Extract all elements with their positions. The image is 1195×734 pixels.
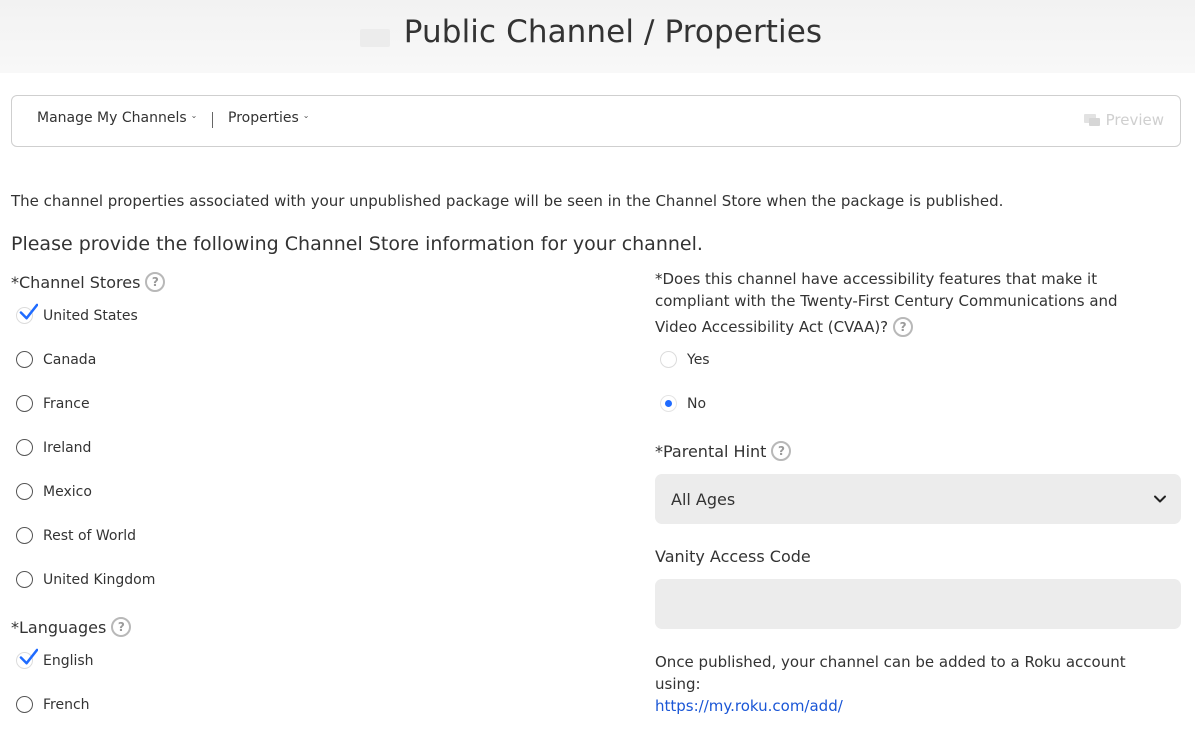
- vanity-access-code-label-text: Vanity Access Code: [655, 547, 811, 566]
- store-option-rest-of-world[interactable]: Rest of World: [16, 527, 136, 544]
- preview-chat-icon: [1083, 114, 1100, 126]
- option-label: English: [43, 652, 94, 669]
- parental-hint-help-icon[interactable]: ?: [771, 441, 792, 461]
- store-option-mexico[interactable]: Mexico: [16, 483, 92, 500]
- languages-label: *Languages ?: [11, 617, 132, 637]
- option-label: Ireland: [43, 439, 92, 456]
- option-label: Mexico: [43, 483, 92, 500]
- store-option-ireland[interactable]: Ireland: [16, 439, 91, 456]
- store-option-united-kingdom[interactable]: United Kingdom: [16, 571, 155, 588]
- radio[interactable]: [16, 527, 33, 544]
- option-label: United States: [43, 307, 138, 324]
- chevron-down-icon: ⌄: [190, 110, 198, 120]
- cvaa-option-no[interactable]: No: [660, 395, 706, 412]
- radio[interactable]: [16, 439, 33, 456]
- radio[interactable]: [660, 351, 677, 368]
- radio[interactable]: [16, 696, 33, 713]
- option-label: No: [687, 395, 707, 412]
- section-heading: Please provide the following Channel Sto…: [11, 233, 703, 255]
- cvaa-question-line-3: Video Accessibility Act (CVAA)?: [655, 318, 889, 336]
- checked-radio[interactable]: [16, 303, 38, 324]
- preview-label: Preview: [1105, 111, 1164, 129]
- parental-hint-value: All Ages: [671, 489, 736, 509]
- selected-radio[interactable]: [660, 395, 677, 412]
- manage-my-channels-menu[interactable]: Manage My Channels ⌄: [37, 110, 197, 126]
- vanity-access-code-label: Vanity Access Code: [655, 547, 811, 566]
- once-published-note: Once published, your channel can be adde…: [655, 651, 1175, 717]
- chevron-down-icon: ⌄: [302, 110, 310, 120]
- cvaa-option-yes[interactable]: Yes: [660, 351, 710, 368]
- manage-my-channels-label: Manage My Channels: [37, 110, 187, 126]
- store-option-canada[interactable]: Canada: [16, 351, 96, 368]
- cvaa-question-line-3-wrap: Video Accessibility Act (CVAA)? ?: [655, 316, 1175, 338]
- channel-stores-label: *Channel Stores ?: [11, 272, 166, 292]
- checkmark-icon: [19, 648, 38, 665]
- nav-divider: [212, 112, 213, 128]
- parental-hint-label-text: *Parental Hint: [655, 441, 767, 461]
- radio[interactable]: [16, 483, 33, 500]
- cvaa-question-line-2: compliant with the Twenty-First Century …: [655, 292, 1118, 310]
- languages-help-icon[interactable]: ?: [111, 617, 132, 637]
- option-label: Yes: [687, 351, 710, 368]
- radio[interactable]: [16, 571, 33, 588]
- option-label: Canada: [43, 351, 97, 368]
- once-published-text: Once published, your channel can be adde…: [655, 653, 1126, 693]
- languages-label-text: *Languages: [11, 617, 107, 637]
- roku-add-link[interactable]: https://my.roku.com/add/: [655, 697, 843, 715]
- option-label: French: [43, 696, 90, 713]
- language-option-english[interactable]: English: [16, 648, 94, 669]
- parental-hint-label: *Parental Hint ?: [655, 441, 792, 461]
- intro-text: The channel properties associated with y…: [11, 192, 1004, 210]
- channel-stores-help-icon[interactable]: ?: [145, 272, 166, 292]
- cvaa-question: *Does this channel have accessibility fe…: [655, 268, 1175, 338]
- cvaa-question-line-1: *Does this channel have accessibility fe…: [655, 270, 1098, 288]
- radio[interactable]: [16, 351, 33, 368]
- channel-stores-label-text: *Channel Stores: [11, 272, 141, 292]
- checked-radio[interactable]: [16, 648, 38, 669]
- option-label: United Kingdom: [43, 571, 156, 588]
- store-option-france[interactable]: France: [16, 395, 90, 412]
- properties-menu[interactable]: Properties ⌄: [228, 110, 309, 126]
- header-bar: Public Channel / Properties: [0, 0, 1195, 73]
- option-label: Rest of World: [43, 527, 137, 544]
- channel-navbar: Manage My Channels ⌄ Properties ⌄ Previe…: [11, 95, 1181, 147]
- preview-button[interactable]: Preview: [1083, 111, 1164, 129]
- page-title: Public Channel / Properties: [403, 14, 823, 50]
- cvaa-help-icon[interactable]: ?: [893, 317, 914, 337]
- radio[interactable]: [16, 395, 33, 412]
- store-option-united-states[interactable]: United States: [16, 303, 138, 324]
- parental-hint-select[interactable]: All Ages: [655, 474, 1181, 524]
- chevron-down-icon: [1154, 495, 1166, 503]
- properties-label: Properties: [228, 110, 299, 126]
- language-option-french[interactable]: French: [16, 696, 90, 713]
- option-label: France: [43, 395, 90, 412]
- vanity-access-code-input[interactable]: [655, 579, 1181, 629]
- checkmark-icon: [19, 303, 38, 320]
